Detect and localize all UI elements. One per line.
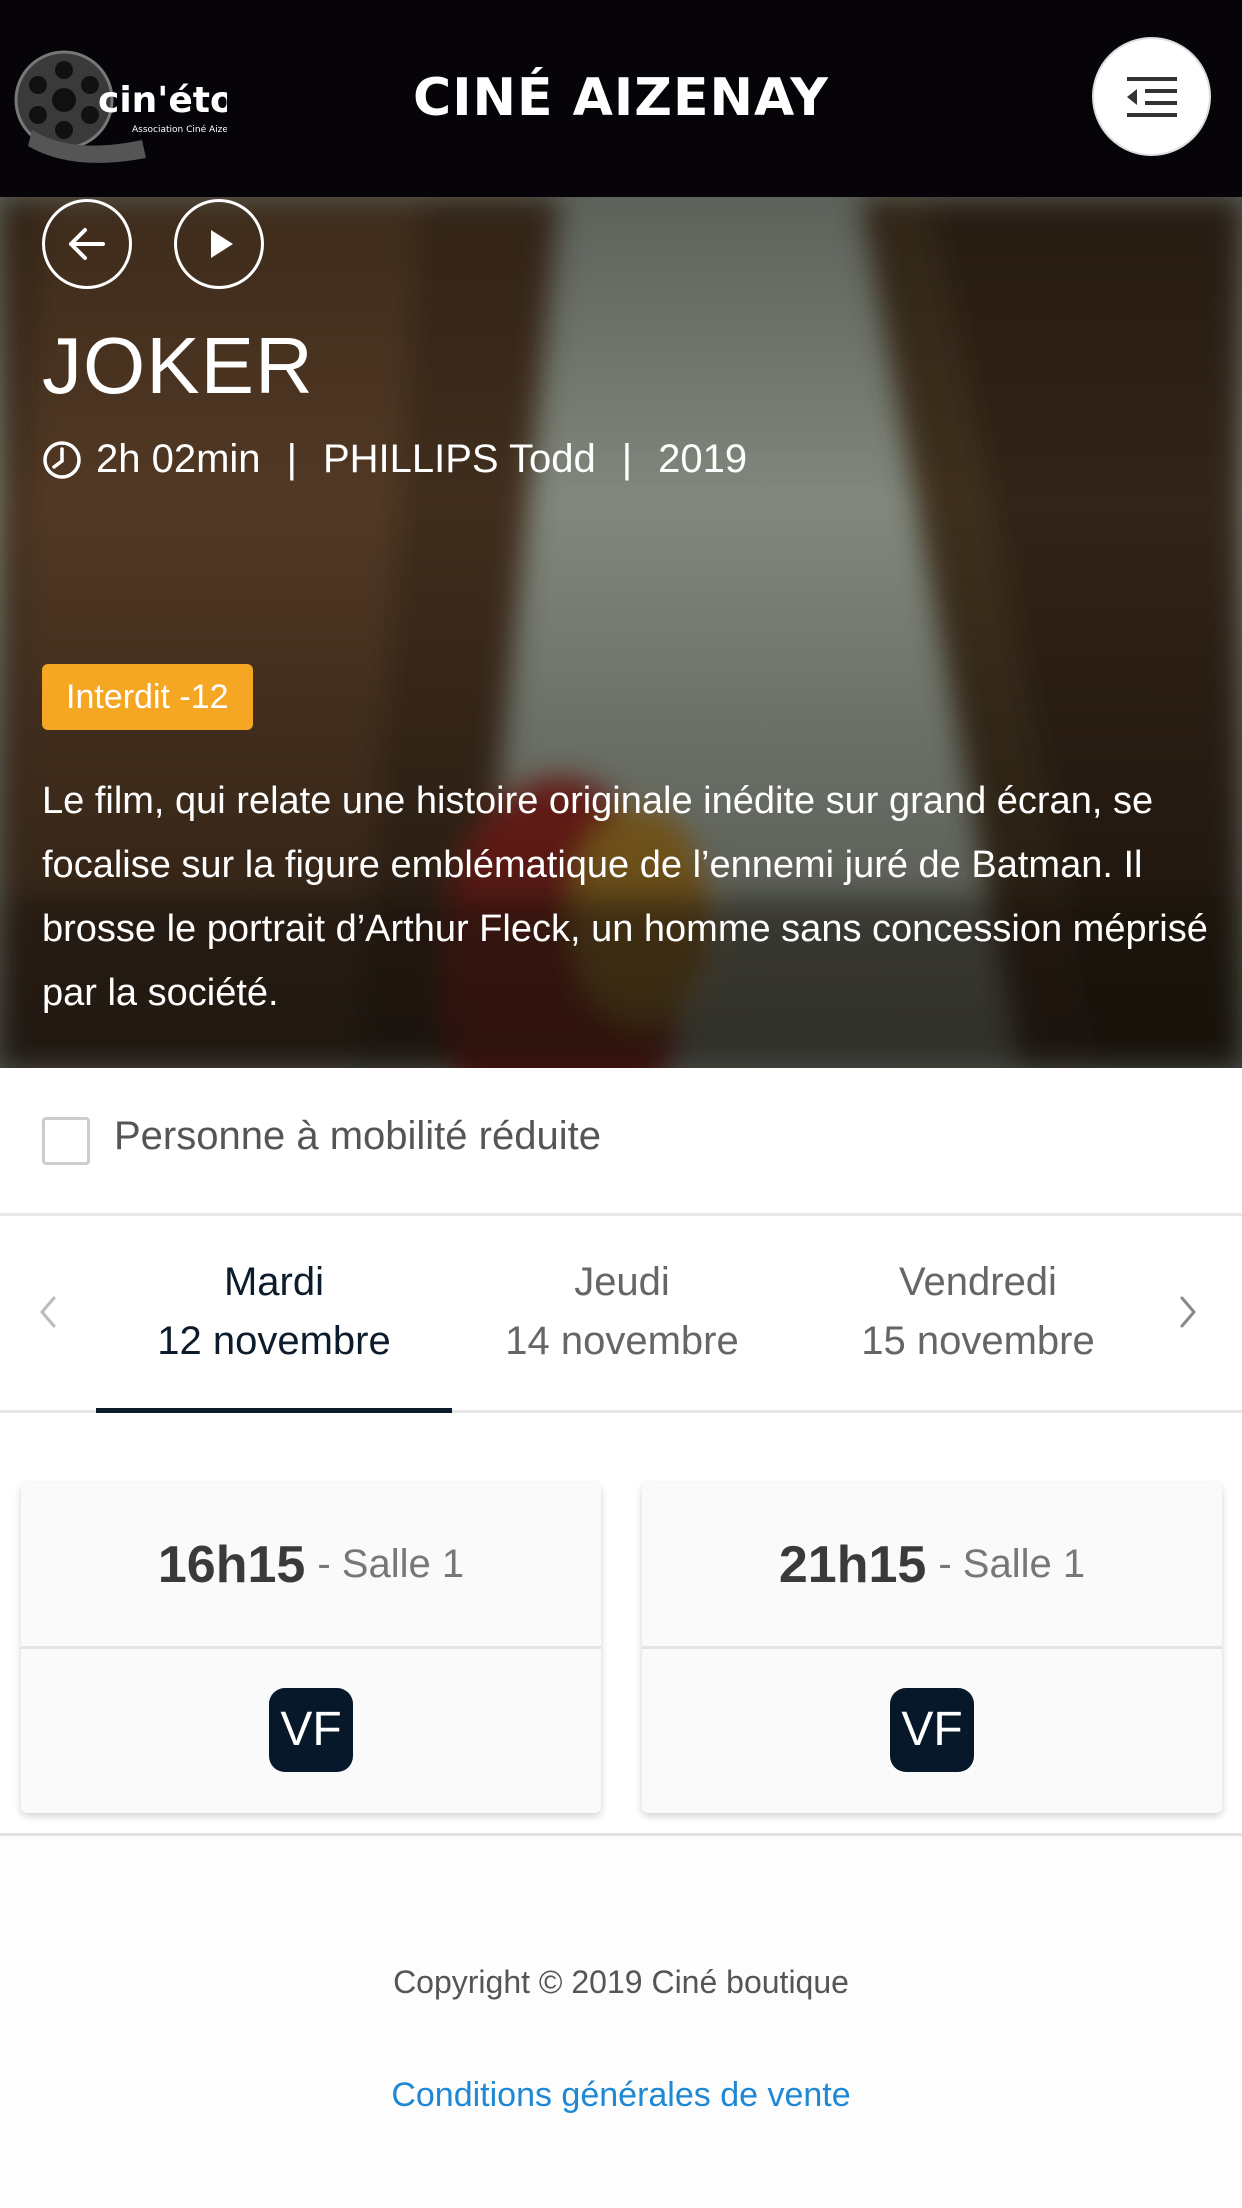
movie-synopsis: Le film, qui relate une histoire origina… [42, 780, 1208, 1014]
tab-date: 14 novembre [505, 1319, 739, 1363]
menu-collapse-icon [1126, 76, 1177, 117]
tab-date: 15 novembre [861, 1319, 1095, 1363]
play-icon [211, 230, 233, 258]
accessibility-filter: Personne à mobilité réduite [0, 1068, 1242, 1216]
back-button[interactable] [42, 199, 132, 289]
next-days-button[interactable] [1158, 1282, 1218, 1342]
movie-meta: 2h 02min | PHILLIPS Todd | 2019 [42, 437, 747, 482]
tab-day-1[interactable]: Mardi 12 novembre [96, 1216, 452, 1414]
movie-title: JOKER [42, 321, 314, 410]
meta-separator: | [286, 437, 297, 481]
tab-day-name: Vendredi [899, 1260, 1057, 1304]
showtime-card[interactable]: 16h15 - Salle 1 VF [21, 1483, 601, 1813]
showtime-room: - Salle 1 [317, 1542, 465, 1586]
movie-hero: JOKER 2h 02min | PHILLIPS Todd | 2019 In… [0, 197, 1242, 1068]
showtime-time: 21h15 [778, 1535, 927, 1594]
chevron-right-icon [1180, 1296, 1196, 1328]
showtime-room: - Salle 1 [938, 1542, 1086, 1586]
movie-director: PHILLIPS Todd [322, 437, 596, 481]
page-footer: Copyright © 2019 Ciné boutique Condition… [0, 1836, 1242, 2208]
movie-year: 2019 [658, 437, 748, 481]
tab-day-2[interactable]: Jeudi 14 novembre [444, 1216, 800, 1413]
movie-duration: 2h 02min [96, 437, 261, 481]
tab-date: 12 novembre [157, 1319, 391, 1363]
showtime-time: 16h15 [157, 1535, 306, 1594]
terms-of-sale-link[interactable]: Conditions générales de vente [0, 2076, 1242, 2115]
version-badge: VF [890, 1687, 974, 1772]
tab-day-name: Mardi [223, 1260, 325, 1304]
showtime-card[interactable]: 21h15 - Salle 1 VF [642, 1483, 1222, 1813]
chevron-left-icon [40, 1296, 56, 1328]
tab-day-3[interactable]: Vendredi 15 novembre [800, 1216, 1156, 1413]
previous-days-button[interactable] [18, 1282, 78, 1342]
app-header: cin'étoile Association Ciné Aizenay CINÉ… [0, 0, 1242, 197]
version-badge: VF [269, 1687, 353, 1772]
tab-day-name: Jeudi [574, 1260, 670, 1304]
showtimes-list: 16h15 - Salle 1 VF 21h15 - Salle 1 VF [0, 1413, 1242, 1836]
cinema-name: CINÉ AIZENAY [413, 68, 829, 128]
menu-button[interactable] [1092, 37, 1211, 156]
pmr-label[interactable]: Personne à mobilité réduite [114, 1114, 601, 1159]
arrow-left-icon [69, 228, 105, 260]
age-rating-badge: Interdit -12 [42, 664, 253, 730]
pmr-checkbox[interactable] [42, 1117, 90, 1165]
play-trailer-button[interactable] [174, 199, 264, 289]
clock-icon [43, 440, 81, 479]
copyright-text: Copyright © 2019 Ciné boutique [393, 1964, 849, 2000]
meta-separator: | [621, 437, 633, 481]
day-tabs: Mardi 12 novembre Jeudi 14 novembre Vend… [0, 1216, 1242, 1414]
